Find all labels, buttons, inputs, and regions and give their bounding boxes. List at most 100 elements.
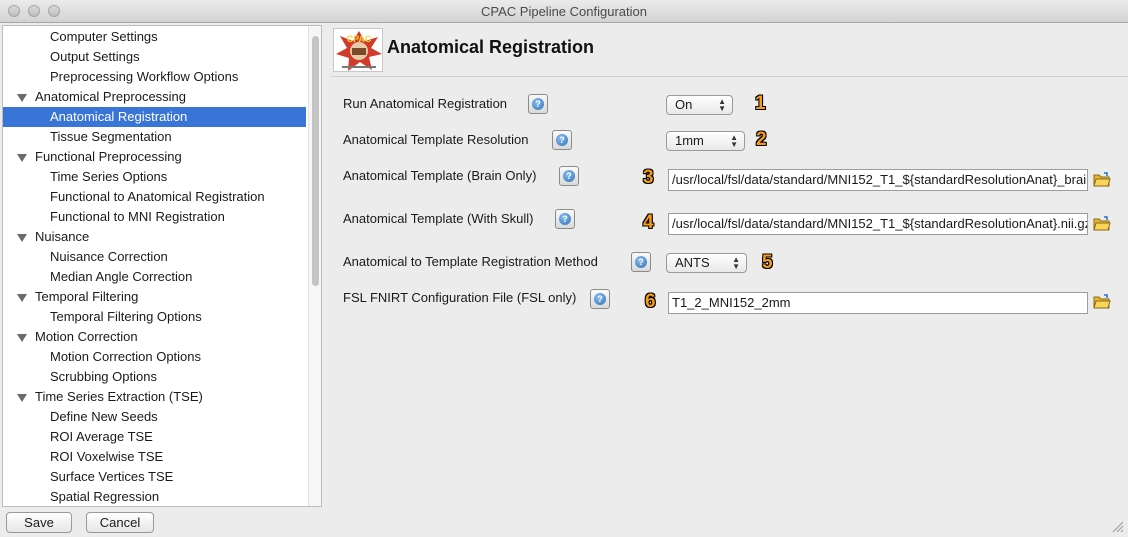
sidebar-item-label: Nuisance [35,229,90,244]
title-bar: CPAC Pipeline Configuration [0,0,1128,23]
sidebar-item[interactable]: Tissue Segmentation [3,127,306,147]
sidebar-item[interactable]: Nuisance Correction [3,247,306,267]
sidebar-item-label: ROI Voxelwise TSE [50,449,164,464]
sidebar-item[interactable]: Nuisance [3,227,306,247]
sidebar-scroll-thumb[interactable] [312,36,319,286]
disclosure-triangle-icon[interactable] [17,394,27,402]
sidebar-item-label: Anatomical Registration [50,109,188,124]
disclosure-triangle-icon[interactable] [17,294,27,302]
header-divider [331,76,1128,77]
template-brain-input[interactable]: /usr/local/fsl/data/standard/MNI152_T1_$… [668,169,1088,191]
sidebar-item-label: Nuisance Correction [50,249,168,264]
logo-text: CPAC [347,34,372,44]
sidebar-item-label: Median Angle Correction [50,269,193,284]
sidebar-item-label: Scrubbing Options [50,369,157,384]
settings-tree: Computer Settings Output Settings Preproce… [2,25,322,507]
sidebar-item[interactable]: Temporal Filtering [3,287,306,307]
open-folder-icon[interactable] [1093,172,1111,188]
resize-grip-icon[interactable] [1110,519,1124,533]
sidebar-item-label: Time Series Options [50,169,168,184]
help-icon: ? [556,134,568,146]
close-window-icon[interactable] [8,5,20,17]
registration-method-select[interactable]: ANTS ▲ ▼ [666,253,747,273]
marker-6: 6 [645,291,656,312]
sidebar-item[interactable]: Output Settings [3,47,306,67]
registration-method-value: ANTS [675,255,710,270]
sidebar-item-label: Functional to Anatomical Registration [50,189,265,204]
open-folder-icon[interactable] [1093,216,1111,232]
fnirt-config-input[interactable]: T1_2_MNI152_2mm [668,292,1088,314]
run-registration-select[interactable]: On ▲ ▼ [666,95,733,115]
sidebar-item[interactable]: Anatomical Registration [3,107,306,127]
registration-method-label: Anatomical to Template Registration Meth… [343,254,598,269]
help-icon: ? [594,293,606,305]
template-resolution-label: Anatomical Template Resolution [343,132,529,147]
window-title: CPAC Pipeline Configuration [481,4,647,19]
sidebar-item[interactable]: Computer Settings [3,27,306,47]
sidebar-item-label: Temporal Filtering [35,289,139,304]
sidebar-item[interactable]: Motion Correction [3,327,306,347]
disclosure-triangle-icon[interactable] [17,334,27,342]
cpac-logo: CPAC [333,28,383,72]
marker-4: 4 [643,212,654,233]
help-icon: ? [532,98,544,110]
sidebar-item[interactable]: Functional to MNI Registration [3,207,306,227]
select-arrows-icon: ▲ ▼ [730,133,738,149]
select-arrows-icon: ▲ ▼ [732,255,740,271]
registration-method-help-button[interactable]: ? [631,252,651,272]
template-brain-help-button[interactable]: ? [559,166,579,186]
template-skull-help-button[interactable]: ? [555,209,575,229]
sidebar-item[interactable]: Spatial Regression [3,487,306,506]
sidebar-item-label: Anatomical Preprocessing [35,89,187,104]
sidebar-item-label: Computer Settings [50,29,158,44]
sidebar-item-label: Output Settings [50,49,140,64]
sidebar-item-label: Temporal Filtering Options [50,309,202,324]
sidebar-item[interactable]: Median Angle Correction [3,267,306,287]
fnirt-config-help-button[interactable]: ? [590,289,610,309]
template-resolution-value: 1mm [675,133,704,148]
minimize-window-icon[interactable] [28,5,40,17]
sidebar-item[interactable]: Surface Vertices TSE [3,467,306,487]
disclosure-triangle-icon[interactable] [17,154,27,162]
template-resolution-help-button[interactable]: ? [552,130,572,150]
template-resolution-select[interactable]: 1mm ▲ ▼ [666,131,745,151]
sidebar-item[interactable]: Motion Correction Options [3,347,306,367]
sidebar-item[interactable]: Temporal Filtering Options [3,307,306,327]
page-title: Anatomical Registration [387,37,595,57]
sidebar-item[interactable]: Functional to Anatomical Registration [3,187,306,207]
sidebar-item[interactable]: Functional Preprocessing [3,147,306,167]
sidebar-item[interactable]: Anatomical Preprocessing [3,87,306,107]
sidebar-item[interactable]: Preprocessing Workflow Options [3,67,306,87]
sidebar-item[interactable]: Scrubbing Options [3,367,306,387]
sidebar-item-label: ROI Average TSE [50,429,153,444]
sidebar-item[interactable]: ROI Voxelwise TSE [3,447,306,467]
disclosure-triangle-icon[interactable] [17,234,27,242]
sidebar-item[interactable]: Define New Seeds [3,407,306,427]
sidebar-item[interactable]: ROI Average TSE [3,427,306,447]
help-icon: ? [559,213,571,225]
app-window: CPAC Pipeline Configuration Computer Set… [0,0,1128,537]
run-registration-value: On [675,97,693,112]
open-folder-icon[interactable] [1093,294,1111,310]
marker-3: 3 [643,167,654,188]
sidebar-item-label: Time Series Extraction (TSE) [35,389,203,404]
run-registration-help-button[interactable]: ? [528,94,548,114]
marker-1: 1 [755,93,766,114]
sidebar-item-label: Preprocessing Workflow Options [50,69,239,84]
template-skull-input[interactable]: /usr/local/fsl/data/standard/MNI152_T1_$… [668,213,1088,235]
sidebar-item-label: Functional Preprocessing [35,149,182,164]
page-header: CPAC Anatomical Registration [331,25,1128,75]
sidebar-item-label: Define New Seeds [50,409,158,424]
run-registration-label: Run Anatomical Registration [343,96,508,111]
sidebar-item-label: Tissue Segmentation [50,129,172,144]
sidebar-item[interactable]: Time Series Extraction (TSE) [3,387,306,407]
sidebar-item[interactable]: Time Series Options [3,167,306,187]
help-icon: ? [635,256,647,268]
sidebar-item-label: Motion Correction Options [50,349,202,364]
disclosure-triangle-icon[interactable] [17,94,27,102]
help-icon: ? [563,170,575,182]
sidebar-item-label: Surface Vertices TSE [50,469,174,484]
zoom-window-icon[interactable] [48,5,60,17]
cancel-button[interactable]: Cancel [86,512,154,533]
save-button[interactable]: Save [6,512,72,533]
